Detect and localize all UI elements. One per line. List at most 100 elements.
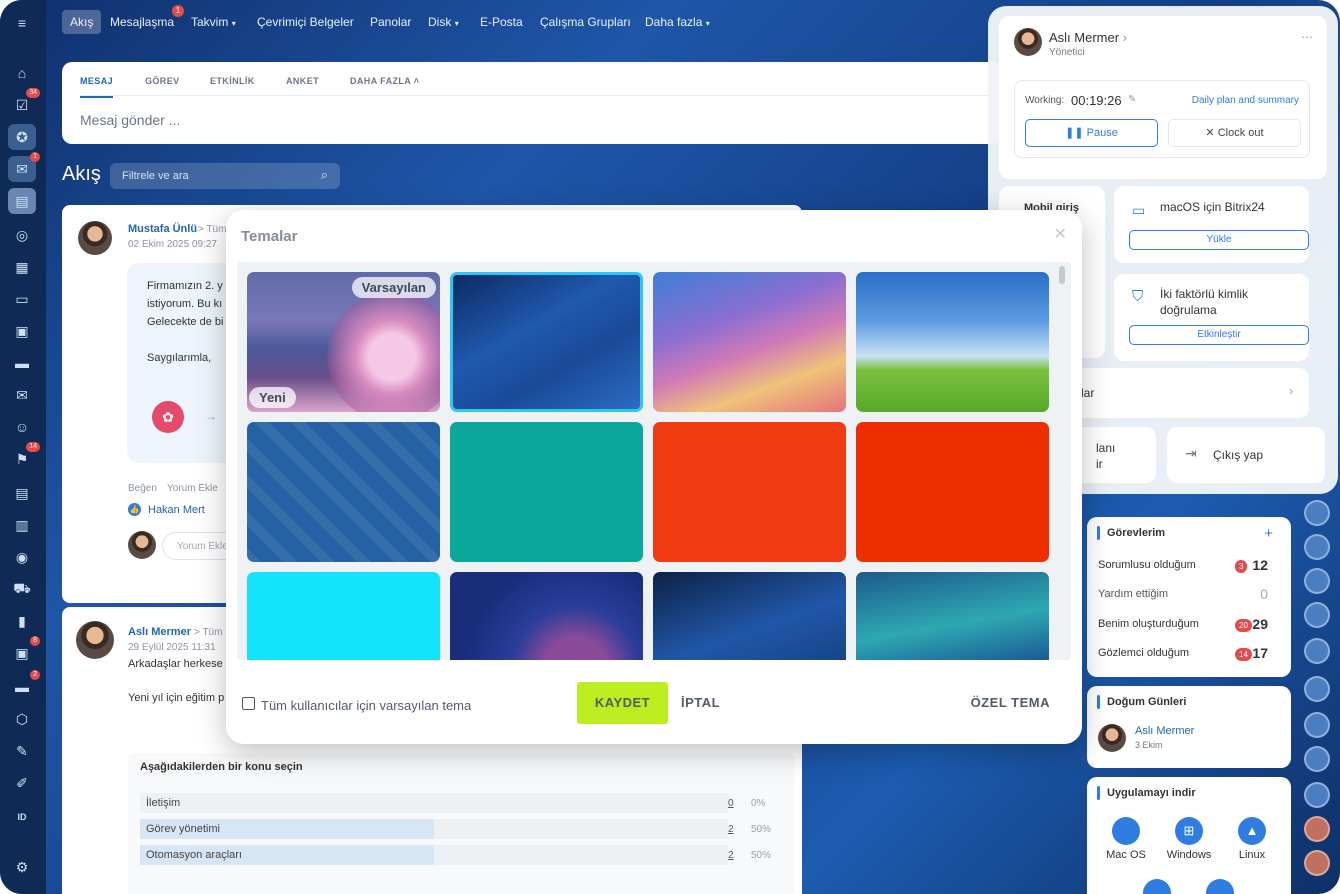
user-avatar[interactable] [1304, 816, 1330, 842]
analytics-icon[interactable]: ▮ [8, 608, 36, 634]
docs-icon[interactable]: ▭ [8, 286, 36, 312]
user-avatar[interactable] [1304, 782, 1330, 808]
tab-task[interactable]: GÖREV [145, 76, 180, 86]
nav-boards[interactable]: Panolar [362, 10, 419, 34]
task-count[interactable]: 12 [1252, 557, 1268, 573]
task-row-label[interactable]: Gözlemci olduğum [1098, 647, 1189, 659]
theme-tile[interactable] [450, 572, 643, 660]
user-avatar[interactable] [1304, 746, 1330, 772]
home-icon[interactable]: ⌂ [8, 60, 36, 86]
theme-tile[interactable] [247, 422, 440, 562]
nav-feed[interactable]: Akış [62, 10, 102, 34]
default-theme-checkbox[interactable] [242, 697, 255, 710]
linux-icon[interactable]: ▲ [1238, 817, 1266, 845]
poll-option[interactable]: Görev yönetimi [140, 819, 728, 839]
theme-tile[interactable] [856, 272, 1049, 412]
post-author[interactable]: Mustafa Ünlü [128, 223, 197, 235]
enable-button[interactable]: Etkinleştir [1129, 325, 1309, 345]
feed-icon[interactable]: ▤ [8, 188, 36, 214]
theme-tile[interactable] [653, 422, 846, 562]
user-avatar[interactable] [1304, 850, 1330, 876]
user-avatar[interactable] [1304, 676, 1330, 702]
search-icon[interactable]: ⌕ [321, 167, 328, 183]
poll-option[interactable]: İletişim [140, 793, 728, 813]
poll-count[interactable]: 2 [728, 824, 734, 835]
user-avatar[interactable] [1304, 568, 1330, 594]
poll-option[interactable]: Otomasyon araçları [140, 845, 728, 865]
message-input[interactable]: Mesaj gönder ... [80, 112, 180, 128]
user-avatar[interactable] [1304, 500, 1330, 526]
more-icon[interactable]: ⋯ [1301, 30, 1313, 44]
pause-button[interactable]: ❚❚ Pause [1025, 119, 1158, 147]
theme-tile[interactable]: Varsayılan Yeni [247, 272, 440, 412]
nav-workgroups[interactable]: Çalışma Grupları [532, 10, 639, 34]
add-task-button[interactable]: + [1264, 525, 1273, 542]
mobile-icon[interactable] [1206, 879, 1234, 894]
cancel-button[interactable]: İPTAL [681, 695, 720, 710]
nav-calendar[interactable]: Takvim ▾ [183, 10, 244, 34]
task-count[interactable]: 17 [1252, 645, 1268, 661]
chat-icon[interactable]: ✉ 1 [8, 152, 40, 182]
theme-tile[interactable] [247, 572, 440, 660]
cart-icon[interactable]: ⛟ [8, 576, 36, 602]
android-icon[interactable] [1143, 879, 1171, 894]
store-icon[interactable]: ▥ [8, 512, 36, 538]
theme-tile[interactable] [450, 422, 643, 562]
nav-docs[interactable]: Çevrimiçi Belgeler [249, 10, 362, 34]
pen-icon[interactable]: ✐ [8, 770, 36, 796]
task-count[interactable]: 0 [1260, 586, 1268, 602]
drive-icon[interactable]: ▬ [8, 350, 36, 376]
user-avatar[interactable] [1304, 638, 1330, 664]
app-label[interactable]: Mac OS [1091, 849, 1161, 861]
inventory-icon[interactable]: ▬ 2 [8, 670, 40, 700]
poll-count[interactable]: 2 [728, 850, 734, 861]
tab-more[interactable]: DAHA FAZLA ˄ [350, 76, 419, 86]
install-button[interactable]: Yükle [1129, 230, 1309, 250]
clockout-button[interactable]: ✕ Clock out [1168, 119, 1301, 147]
default-theme-label[interactable]: Tüm kullanıcılar için varsayılan tema [261, 698, 471, 713]
boards-icon[interactable]: ▣ [8, 318, 36, 344]
edit-icon[interactable]: ✎ [1128, 94, 1136, 105]
scrollbar[interactable] [1059, 266, 1065, 284]
id-icon[interactable]: ID [8, 804, 36, 830]
nav-disk[interactable]: Disk ▾ [420, 10, 467, 34]
theme-tile[interactable] [856, 572, 1049, 660]
nav-more[interactable]: Daha fazla ▾ [637, 10, 718, 34]
task-row-label[interactable]: Sorumlusu olduğum [1098, 559, 1196, 571]
poll-count[interactable]: 0 [728, 798, 734, 809]
avatar[interactable] [76, 621, 114, 659]
calendar-icon[interactable]: ▦ [8, 254, 36, 280]
user-avatar[interactable] [1304, 602, 1330, 628]
crm-icon[interactable]: ⚑ 14 [8, 442, 40, 472]
theme-tile-selected[interactable] [450, 272, 643, 412]
task-count[interactable]: 29 [1252, 616, 1268, 632]
daily-plan-link[interactable]: Daily plan and summary [1192, 95, 1299, 106]
filter-search-input[interactable]: Filtrele ve ara ⌕ [110, 163, 340, 189]
marketing-icon[interactable]: ◉ [8, 544, 36, 570]
tab-poll[interactable]: ANKET [286, 76, 319, 86]
task-row-label[interactable]: Benim oluşturduğum [1098, 618, 1199, 630]
menu-icon[interactable]: ≡ [8, 10, 36, 36]
liker-name[interactable]: Hakan Mert [148, 504, 205, 516]
birthday-name[interactable]: Aslı Mermer [1135, 725, 1194, 737]
avatar[interactable] [1014, 28, 1042, 56]
team-icon[interactable]: ☺ [8, 414, 36, 440]
comment-button[interactable]: Yorum Ekle [167, 483, 218, 494]
user-avatar[interactable] [1304, 712, 1330, 738]
like-button[interactable]: Beğen [128, 483, 157, 494]
close-icon[interactable]: ✕ [1054, 224, 1067, 244]
groups-icon[interactable]: ◎ [8, 222, 36, 248]
theme-tile[interactable] [653, 272, 846, 412]
tasks-icon[interactable]: ☑ 34 [8, 88, 40, 118]
avatar[interactable] [1098, 724, 1126, 752]
settings-icon[interactable]: ⚙ [8, 854, 36, 880]
save-button[interactable]: KAYDET [577, 682, 668, 724]
sign-icon[interactable]: ✎ [8, 738, 36, 764]
nav-email[interactable]: E-Posta [472, 10, 531, 34]
theme-tile[interactable] [856, 422, 1049, 562]
nav-messenger[interactable]: Mesajlaşma 1 [102, 5, 185, 34]
profile-name[interactable]: Aslı Mermer › [1049, 30, 1127, 45]
apple-icon[interactable] [1112, 817, 1140, 845]
box-icon[interactable]: ⬡ [8, 706, 36, 732]
logout-button[interactable]: ⇥ Çıkış yap [1167, 427, 1325, 483]
